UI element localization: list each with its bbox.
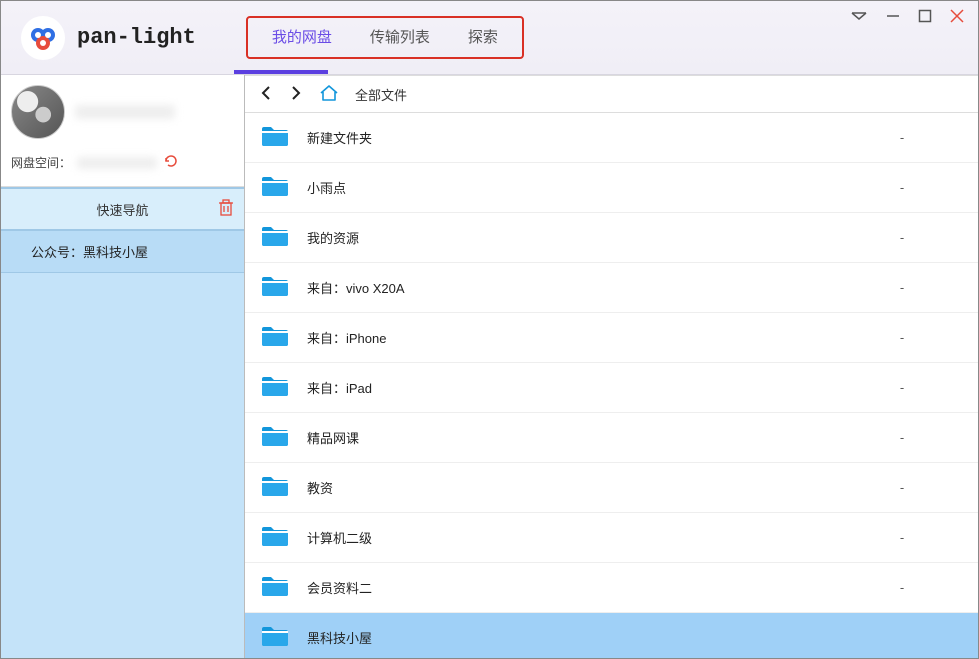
file-name: 小雨点 <box>307 178 842 197</box>
tab-explore[interactable]: 探索 <box>468 26 498 49</box>
avatar[interactable] <box>11 85 65 139</box>
file-list[interactable]: 新建文件夹-小雨点-我的资源-来自：vivo X20A-来自：iPhone-来自… <box>245 113 978 658</box>
file-row[interactable]: 精品网课- <box>245 413 978 463</box>
username-redacted <box>75 105 175 119</box>
app-title: pan-light <box>77 25 196 50</box>
file-name: 我的资源 <box>307 228 842 247</box>
main-tabs: 我的网盘 传输列表 探索 <box>246 16 524 59</box>
folder-icon <box>261 325 289 350</box>
folder-icon <box>261 425 289 450</box>
minimize-button[interactable] <box>886 9 900 26</box>
logo-area: pan-light <box>21 16 196 60</box>
refresh-icon[interactable] <box>163 153 179 172</box>
file-name: 黑科技小屋 <box>307 628 842 647</box>
file-meta: - <box>842 180 962 195</box>
folder-icon <box>261 525 289 550</box>
folder-icon <box>261 375 289 400</box>
file-row[interactable]: 会员资料二- <box>245 563 978 613</box>
file-meta: - <box>842 130 962 145</box>
file-row[interactable]: 新建文件夹- <box>245 113 978 163</box>
breadcrumb-root[interactable]: 全部文件 <box>355 85 407 104</box>
file-meta: - <box>842 480 962 495</box>
file-row[interactable]: 小雨点- <box>245 163 978 213</box>
forward-button[interactable] <box>289 85 303 104</box>
home-icon[interactable] <box>319 84 339 105</box>
file-row[interactable]: 来自：vivo X20A- <box>245 263 978 313</box>
folder-icon <box>261 275 289 300</box>
quick-nav-label: 快速导航 <box>96 200 148 219</box>
window-controls <box>850 9 964 26</box>
wechat-label: 公众号：黑科技小屋 <box>31 242 148 261</box>
tab-active-underline <box>234 70 328 74</box>
dropdown-icon[interactable] <box>850 10 868 25</box>
file-row[interactable]: 来自：iPhone- <box>245 313 978 363</box>
trash-icon[interactable] <box>218 199 234 220</box>
folder-icon <box>261 175 289 200</box>
file-name: 计算机二级 <box>307 528 842 547</box>
file-name: 精品网课 <box>307 428 842 447</box>
profile-panel: 网盘空间： <box>1 75 244 187</box>
sidebar: 网盘空间： 快速导航 公众号：黑科技小屋 <box>1 75 245 658</box>
file-row[interactable]: 计算机二级- <box>245 513 978 563</box>
file-name: 来自：vivo X20A <box>307 278 842 297</box>
titlebar: pan-light 我的网盘 传输列表 探索 <box>1 1 978 75</box>
folder-icon <box>261 575 289 600</box>
tab-my-pan[interactable]: 我的网盘 <box>272 26 332 49</box>
maximize-button[interactable] <box>918 9 932 26</box>
file-toolbar: 全部文件 <box>245 75 978 113</box>
close-button[interactable] <box>950 9 964 26</box>
file-row[interactable]: 教资- <box>245 463 978 513</box>
file-row[interactable]: 黑科技小屋 <box>245 613 978 658</box>
file-meta: - <box>842 380 962 395</box>
app-logo-icon <box>21 16 65 60</box>
file-row[interactable]: 我的资源- <box>245 213 978 263</box>
file-meta: - <box>842 580 962 595</box>
main-panel: 全部文件 新建文件夹-小雨点-我的资源-来自：vivo X20A-来自：iPho… <box>245 75 978 658</box>
file-meta: - <box>842 280 962 295</box>
back-button[interactable] <box>259 85 273 104</box>
file-meta: - <box>842 430 962 445</box>
folder-icon <box>261 225 289 250</box>
file-meta: - <box>842 330 962 345</box>
file-meta: - <box>842 530 962 545</box>
file-row[interactable]: 来自：iPad- <box>245 363 978 413</box>
storage-value-redacted <box>77 157 157 169</box>
file-name: 来自：iPad <box>307 378 842 397</box>
folder-icon <box>261 475 289 500</box>
file-meta: - <box>842 230 962 245</box>
tab-transfer[interactable]: 传输列表 <box>370 26 430 49</box>
wechat-info[interactable]: 公众号：黑科技小屋 <box>1 231 244 273</box>
file-name: 教资 <box>307 478 842 497</box>
folder-icon <box>261 625 289 650</box>
folder-icon <box>261 125 289 150</box>
file-name: 会员资料二 <box>307 578 842 597</box>
file-name: 新建文件夹 <box>307 128 842 147</box>
storage-label: 网盘空间： <box>11 154 71 171</box>
quick-nav[interactable]: 快速导航 <box>1 187 244 231</box>
file-name: 来自：iPhone <box>307 328 842 347</box>
